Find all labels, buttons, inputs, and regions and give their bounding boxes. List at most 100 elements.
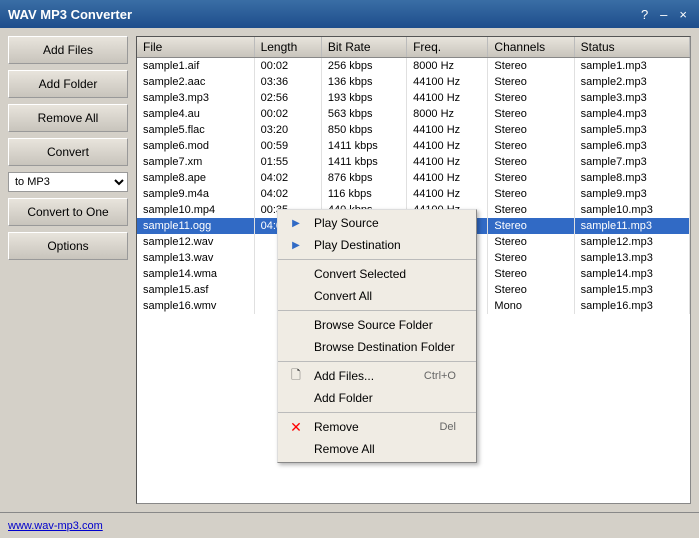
- table-row[interactable]: sample7.xm01:551411 kbps44100 HzStereosa…: [137, 154, 690, 170]
- cell-bitrate: 1411 kbps: [321, 138, 406, 154]
- cell-file: sample11.ogg: [137, 218, 254, 234]
- cell-channels: Stereo: [488, 218, 574, 234]
- separator-4: [278, 412, 476, 413]
- context-menu-add-folder[interactable]: Add Folder: [278, 387, 476, 409]
- cell-bitrate: 193 kbps: [321, 90, 406, 106]
- cell-bitrate: 1411 kbps: [321, 154, 406, 170]
- cell-bitrate: 136 kbps: [321, 74, 406, 90]
- add-folder-button[interactable]: Add Folder: [8, 70, 128, 98]
- cell-channels: Stereo: [488, 58, 574, 75]
- main-container: Add Files Add Folder Remove All Convert …: [0, 28, 699, 512]
- cell-file: sample14.wma: [137, 266, 254, 282]
- cell-freq: 44100 Hz: [407, 90, 488, 106]
- remove-all-button[interactable]: Remove All: [8, 104, 128, 132]
- add-files-label: Add Files...: [314, 369, 374, 383]
- context-menu-browse-source[interactable]: Browse Source Folder: [278, 314, 476, 336]
- cell-channels: Stereo: [488, 170, 574, 186]
- cell-channels: Stereo: [488, 250, 574, 266]
- format-select[interactable]: to MP3 to WAV to AAC to OGG to FLAC: [8, 172, 128, 192]
- table-row[interactable]: sample6.mod00:591411 kbps44100 HzStereos…: [137, 138, 690, 154]
- cell-channels: Stereo: [488, 202, 574, 218]
- add-files-shortcut: Ctrl+O: [424, 370, 456, 382]
- table-row[interactable]: sample3.mp302:56193 kbps44100 HzStereosa…: [137, 90, 690, 106]
- cell-channels: Stereo: [488, 122, 574, 138]
- cell-channels: Stereo: [488, 266, 574, 282]
- add-files-button[interactable]: Add Files: [8, 36, 128, 64]
- separator-3: [278, 361, 476, 362]
- remove-label: Remove: [314, 420, 359, 434]
- cell-status: sample8.mp3: [574, 170, 689, 186]
- context-menu-convert-selected[interactable]: Convert Selected: [278, 263, 476, 285]
- add-folder-label: Add Folder: [314, 391, 373, 405]
- table-row[interactable]: sample1.aif00:02256 kbps8000 HzStereosam…: [137, 58, 690, 75]
- cell-length: 04:02: [254, 186, 321, 202]
- cell-file: sample13.wav: [137, 250, 254, 266]
- cell-file: sample15.asf: [137, 282, 254, 298]
- play-source-label: Play Source: [314, 216, 379, 230]
- convert-button[interactable]: Convert: [8, 138, 128, 166]
- table-row[interactable]: sample5.flac03:20850 kbps44100 HzStereos…: [137, 122, 690, 138]
- cell-status: sample11.mp3: [574, 218, 689, 234]
- website-link[interactable]: www.wav-mp3.com: [8, 520, 103, 532]
- play-source-icon: ▶: [286, 218, 306, 229]
- cell-file: sample6.mod: [137, 138, 254, 154]
- cell-status: sample1.mp3: [574, 58, 689, 75]
- context-menu-remove-all[interactable]: Remove All: [278, 438, 476, 460]
- cell-freq: 44100 Hz: [407, 74, 488, 90]
- cell-file: sample3.mp3: [137, 90, 254, 106]
- help-button[interactable]: ?: [637, 7, 652, 22]
- cell-status: sample16.mp3: [574, 298, 689, 314]
- convert-to-one-button[interactable]: Convert to One: [8, 198, 128, 226]
- context-menu-convert-all[interactable]: Convert All: [278, 285, 476, 307]
- context-menu-remove[interactable]: ✕ Remove Del: [278, 416, 476, 438]
- play-destination-label: Play Destination: [314, 238, 401, 252]
- cell-status: sample12.mp3: [574, 234, 689, 250]
- context-menu-browse-destination[interactable]: Browse Destination Folder: [278, 336, 476, 358]
- app-title: WAV MP3 Converter: [8, 7, 132, 22]
- col-header-length: Length: [254, 37, 321, 58]
- cell-freq: 8000 Hz: [407, 58, 488, 75]
- add-files-icon: 🗋: [286, 366, 306, 387]
- cell-freq: 44100 Hz: [407, 122, 488, 138]
- options-button[interactable]: Options: [8, 232, 128, 260]
- context-menu-add-files[interactable]: 🗋 Add Files... Ctrl+O: [278, 365, 476, 387]
- cell-status: sample15.mp3: [574, 282, 689, 298]
- table-row[interactable]: sample4.au00:02563 kbps8000 HzStereosamp…: [137, 106, 690, 122]
- cell-length: 04:02: [254, 170, 321, 186]
- cell-file: sample4.au: [137, 106, 254, 122]
- title-bar: WAV MP3 Converter ? – ×: [0, 0, 699, 28]
- context-menu-play-source[interactable]: ▶ Play Source: [278, 212, 476, 234]
- table-header-row: File Length Bit Rate Freq. Channels Stat…: [137, 37, 690, 58]
- remove-shortcut: Del: [439, 421, 456, 433]
- cell-length: 00:59: [254, 138, 321, 154]
- context-menu-play-destination[interactable]: ▶ Play Destination: [278, 234, 476, 256]
- cell-length: 00:02: [254, 106, 321, 122]
- cell-length: 03:20: [254, 122, 321, 138]
- col-header-freq: Freq.: [407, 37, 488, 58]
- cell-file: sample10.mp4: [137, 202, 254, 218]
- col-header-channels: Channels: [488, 37, 574, 58]
- cell-file: sample12.wav: [137, 234, 254, 250]
- convert-all-label: Convert All: [314, 289, 372, 303]
- cell-bitrate: 850 kbps: [321, 122, 406, 138]
- cell-status: sample4.mp3: [574, 106, 689, 122]
- table-row[interactable]: sample9.m4a04:02116 kbps44100 HzStereosa…: [137, 186, 690, 202]
- table-row[interactable]: sample8.ape04:02876 kbps44100 HzStereosa…: [137, 170, 690, 186]
- close-button[interactable]: ×: [675, 7, 691, 22]
- remove-icon: ✕: [286, 419, 306, 436]
- cell-file: sample16.wmv: [137, 298, 254, 314]
- convert-selected-label: Convert Selected: [314, 267, 406, 281]
- cell-freq: 44100 Hz: [407, 170, 488, 186]
- cell-channels: Stereo: [488, 186, 574, 202]
- cell-status: sample13.mp3: [574, 250, 689, 266]
- cell-bitrate: 876 kbps: [321, 170, 406, 186]
- title-bar-controls: ? – ×: [637, 7, 691, 22]
- context-menu: ▶ Play Source ▶ Play Destination Convert…: [277, 209, 477, 463]
- table-row[interactable]: sample2.aac03:36136 kbps44100 HzStereosa…: [137, 74, 690, 90]
- cell-channels: Stereo: [488, 90, 574, 106]
- separator-1: [278, 259, 476, 260]
- cell-channels: Mono: [488, 298, 574, 314]
- browse-source-label: Browse Source Folder: [314, 318, 433, 332]
- minimize-button[interactable]: –: [656, 7, 671, 22]
- cell-bitrate: 256 kbps: [321, 58, 406, 75]
